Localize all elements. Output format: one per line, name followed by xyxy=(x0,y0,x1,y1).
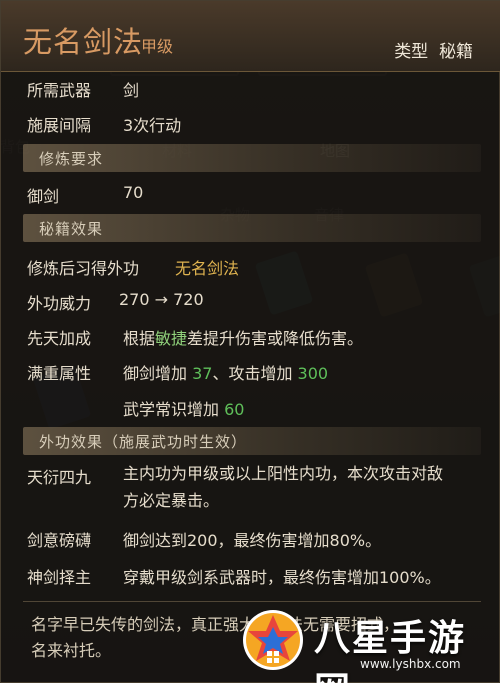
skill-effects-section: 外功效果（施展武功时生效） xyxy=(23,427,481,455)
item-type-value: 秘籍 xyxy=(439,42,473,62)
innate-value: 根据敏捷差提升伤害或降低伤害。 xyxy=(123,325,363,349)
effects-title: 秘籍效果 xyxy=(39,220,104,238)
skill-effect-row: 神剑择主 穿戴甲级剑系武器时，最终伤害增加100%。 xyxy=(27,564,441,588)
mastery-text-a: 御剑增加 xyxy=(123,364,193,383)
innate-suffix: 差提升伤害或降低伤害。 xyxy=(187,329,364,348)
skill-effect-text-line: 主内功为甲级或以上阳性内功，本次攻击对敌 xyxy=(123,464,444,483)
lore-divider xyxy=(23,601,481,602)
mastery-row: 满重属性 御剑增加 37、攻击增加 300 武学常识增加 60 xyxy=(27,360,328,419)
innate-highlight: 敏捷 xyxy=(155,329,188,348)
mastery-value-3: 60 xyxy=(224,400,245,419)
mastery-text-c: 武学常识增加 xyxy=(123,400,225,419)
innate-label: 先天加成 xyxy=(27,329,92,348)
item-name: 无名剑法 xyxy=(23,25,144,59)
item-tooltip: 无名剑法 甲级 类型 秘籍 所需武器 剑 施展间隔 3次行动 修炼要求 御剑 7… xyxy=(0,0,500,683)
requirements-title: 修炼要求 xyxy=(39,150,104,168)
mastery-line-2: 武学常识增加 60 xyxy=(123,396,244,420)
power-value: 270 → 720 xyxy=(119,290,204,309)
learn-label: 修炼后习得外功 xyxy=(27,259,140,278)
mastery-label: 满重属性 xyxy=(27,364,92,383)
power-label: 外功威力 xyxy=(27,294,92,313)
item-type: 类型 秘籍 xyxy=(394,37,473,62)
skill-effect-row: 天衍四九 xyxy=(27,464,91,488)
weapon-value: 剑 xyxy=(123,81,140,100)
interval-value: 3次行动 xyxy=(123,116,182,135)
power-row: 外功威力 270 → 720 xyxy=(27,290,204,314)
requirements-section: 修炼要求 xyxy=(23,144,481,172)
mastery-line-1: 御剑增加 37、攻击增加 300 xyxy=(123,360,328,384)
watermark-url: www.lyshbx.com xyxy=(360,657,461,671)
item-grade: 甲级 xyxy=(141,37,174,56)
interval-label: 施展间隔 xyxy=(27,116,92,135)
skill-effect-text: 主内功为甲级或以上阳性内功，本次攻击对敌 方必定暴击。 xyxy=(123,460,483,514)
skill-effect-text: 御剑达到200，最终伤害增加80%。 xyxy=(123,531,382,550)
watermark: 八星手游网 www.lyshbx.com xyxy=(240,603,490,683)
weapon-label: 所需武器 xyxy=(27,81,92,100)
tooltip-header: 无名剑法 甲级 类型 秘籍 xyxy=(1,1,500,72)
skill-effect-label: 神剑择主 xyxy=(27,568,92,587)
skill-effect-text-line: 方必定暴击。 xyxy=(123,491,220,510)
skill-effect-label: 天衍四九 xyxy=(27,468,92,487)
requirement-skill-value: 70 xyxy=(123,183,144,202)
mastery-value-1: 37 xyxy=(192,364,213,383)
watermark-logo-icon xyxy=(243,610,303,670)
skill-effect-text: 穿戴甲级剑系武器时，最终伤害增加100%。 xyxy=(123,568,441,587)
skill-effects-title: 外功效果（施展武功时生效） xyxy=(39,433,248,451)
skill-effect-row: 剑意磅礴 御剑达到200，最终伤害增加80%。 xyxy=(27,527,381,551)
requirement-skill-label: 御剑 xyxy=(27,187,60,206)
mastery-text-b: 、攻击增加 xyxy=(212,364,298,383)
skill-effect-label: 剑意磅礴 xyxy=(27,531,92,550)
game-screen: 关系 背包 材料 地图 杂物 音律 无名剑法 甲级 类型 秘籍 所需武器 剑 施… xyxy=(0,0,500,683)
innate-prefix: 根据 xyxy=(123,329,156,348)
effects-section: 秘籍效果 xyxy=(23,214,481,242)
learn-row: 修炼后习得外功 无名剑法 xyxy=(27,255,239,279)
requirement-row: 御剑 70 xyxy=(27,183,143,207)
weapon-row: 所需武器 剑 xyxy=(27,77,139,101)
item-type-label: 类型 xyxy=(394,42,429,62)
learn-value: 无名剑法 xyxy=(175,259,240,278)
interval-row: 施展间隔 3次行动 xyxy=(27,112,181,136)
watermark-name: 八星手游网 xyxy=(314,618,467,683)
innate-row: 先天加成 根据敏捷差提升伤害或降低伤害。 xyxy=(27,325,363,349)
mastery-value-2: 300 xyxy=(297,364,329,383)
